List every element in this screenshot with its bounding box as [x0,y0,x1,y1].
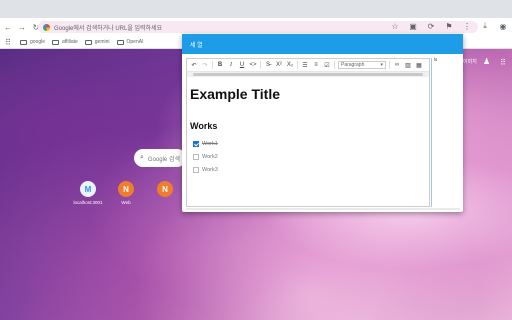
code-icon[interactable]: <> [249,61,257,69]
omnibox-placeholder: Google에서 검색하거나 URL을 입력하세요 [54,25,163,32]
superscript-icon[interactable]: X² [275,61,283,69]
table-icon[interactable]: ▦ [415,61,423,69]
back-icon[interactable]: ← [2,21,14,33]
star-icon[interactable]: ☆ [390,21,400,31]
editor-dialog: 세 열 ↶ ↷ B I U <> S̶ X² X₂ ☰ ≡ ☑ Paragrap… [182,34,463,212]
side-panel-label: ls [434,57,438,62]
folder-icon [116,39,124,45]
menu-icon[interactable]: ⋮ [462,21,472,31]
paragraph-select[interactable]: Paragraph ▾ [338,61,386,69]
task-item[interactable]: Work3 [193,167,218,173]
search-icon: ⌕ [140,154,144,161]
side-panel-divider [431,58,432,207]
task-checkbox[interactable] [193,154,199,160]
editor-toolbar: ↶ ↷ B I U <> S̶ X² X₂ ☰ ≡ ☑ Paragraph ▾ … [187,59,429,71]
task-item[interactable]: Work2 [193,154,218,160]
editor-content[interactable]: Example Title Works Work1 Work2 Work3 [190,86,281,173]
link-icon[interactable]: ∞ [393,61,401,69]
shortcut-web[interactable]: N Web [111,181,141,205]
task-checkbox[interactable] [193,141,199,147]
toolbar-divider [389,61,390,69]
folder-icon [84,39,92,45]
folder-icon [52,39,60,45]
numbered-list-icon[interactable]: ≡ [312,61,320,69]
task-item[interactable]: Work1 [193,141,218,147]
underline-button[interactable]: U [238,61,246,69]
task-label: Work1 [202,141,218,147]
extension-icon[interactable]: ▣ [408,21,418,31]
shortcut-localhost[interactable]: M localhost:3001 [73,181,103,205]
redo-icon[interactable]: ↷ [201,61,209,69]
bookmark-gemini[interactable]: gemini [84,39,110,45]
chevron-down-icon: ▾ [380,62,383,68]
section-heading: Works [190,121,218,131]
shortcut-icon: M [80,181,96,197]
toolbar-divider [334,61,335,69]
checklist-icon[interactable]: ☑ [323,61,331,69]
bullet-list-icon[interactable]: ☰ [301,61,309,69]
undo-icon[interactable]: ↶ [190,61,198,69]
sync-icon[interactable]: ⟳ [426,21,436,31]
forward-icon[interactable]: → [16,21,28,33]
bookmark-affiliate[interactable]: affiliate [52,39,78,45]
strikethrough-icon[interactable]: S̶ [264,61,272,69]
shortcut-label: localhost:3001 [73,200,103,205]
shortcut-icon: N [157,181,173,197]
toolbar-divider [260,61,261,69]
toolbar-right-icons: ☆ ▣ ⟳ ⚑ ⋮ ⤓ ◉ [390,21,508,31]
scrollbar-thumb[interactable] [193,73,423,76]
account-icon[interactable]: ♟ [483,57,492,66]
italic-button[interactable]: I [227,61,235,69]
dialog-footer-bar [186,208,460,210]
search-placeholder: Google 검색 [147,156,180,163]
dialog-header: 세 열 [182,34,463,54]
bold-button[interactable]: B [216,61,224,69]
shortcut-icon: N [118,181,134,197]
google-g-icon [43,23,50,31]
document-title: Example Title [190,86,281,102]
folder-icon [20,39,27,45]
task-label: Work3 [202,167,218,173]
apps-grid-icon[interactable]: ⠿ [3,37,13,47]
toolbar-divider [212,61,213,69]
task-checkbox[interactable] [193,167,199,173]
task-label: Work2 [202,154,218,160]
shortcut-label: Web [121,200,131,205]
profile-icon[interactable]: ◉ [498,21,508,31]
rich-text-editor[interactable] [186,58,430,207]
image-icon[interactable]: ▨ [404,61,412,69]
bookmark-openai[interactable]: OpenAI [116,39,143,45]
shortcut-n[interactable]: N [150,181,180,197]
bookmark-google[interactable]: google [20,39,45,45]
subscript-icon[interactable]: X₂ [286,61,294,69]
toolbar-divider [297,61,298,69]
translate-icon[interactable]: ⚑ [444,21,454,31]
images-link[interactable]: 이미지 [463,58,477,65]
google-apps-icon[interactable]: ⠿ [500,58,508,67]
tab-strip [0,0,512,20]
horizontal-scrollbar[interactable] [187,71,429,77]
google-search-box[interactable]: ⌕ Google 검색 [134,149,186,167]
dialog-title: 세 열 [190,42,203,49]
download-icon[interactable]: ⤓ [480,21,490,31]
